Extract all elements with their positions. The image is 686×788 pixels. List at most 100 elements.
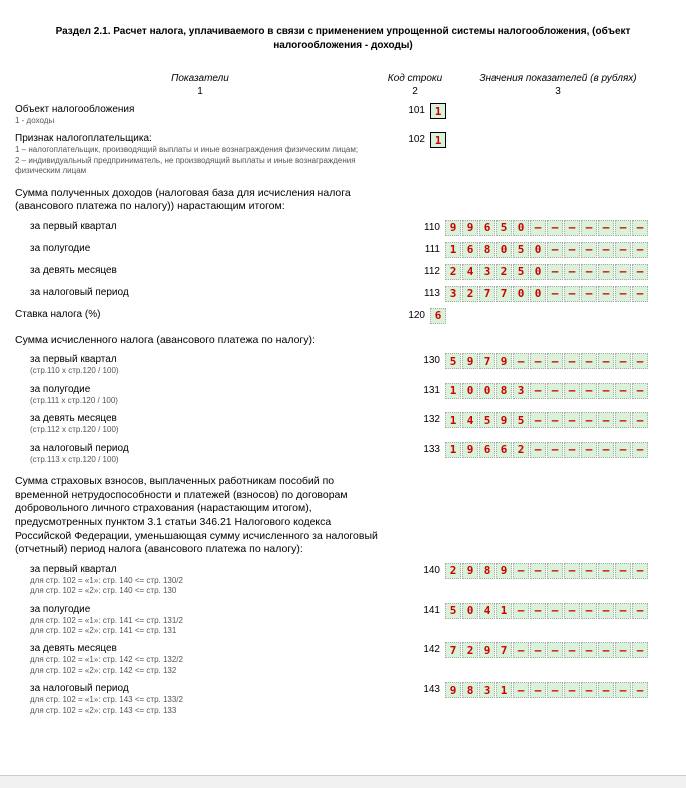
value-cell: 0: [513, 286, 529, 302]
value-cell: [598, 353, 614, 369]
value-cell: [615, 286, 631, 302]
value-cell: 5: [445, 603, 461, 619]
value-cell: [632, 383, 648, 399]
row-label: за налоговый период: [15, 286, 400, 299]
form-row: за девять месяцевдля стр. 102 = «1»: стр…: [15, 642, 671, 676]
value-cell: 0: [479, 383, 495, 399]
value-cells: 168050: [445, 242, 648, 258]
value-cells: 1: [430, 132, 446, 148]
value-cell: [564, 563, 580, 579]
value-cell: 7: [496, 642, 512, 658]
value-cell: 7: [479, 353, 495, 369]
row-code: 131: [400, 383, 445, 396]
value-cell: 1: [496, 682, 512, 698]
value-cell: 1: [445, 412, 461, 428]
value-cell: [615, 603, 631, 619]
row-sublabel: (стр.113 x стр.120 / 100): [30, 455, 400, 465]
value-cell: [564, 353, 580, 369]
value-cell: [598, 563, 614, 579]
value-cell: 6: [479, 220, 495, 236]
form-row: Признак налогоплательщика:1 – налогоплат…: [15, 132, 671, 176]
value-cell: 2: [496, 264, 512, 280]
row-code: 143: [400, 682, 445, 695]
value-cell: 1: [445, 442, 461, 458]
value-cell: [598, 264, 614, 280]
value-cell: [632, 220, 648, 236]
value-cell: 3: [445, 286, 461, 302]
value-cell: [547, 642, 563, 658]
row-code: 133: [400, 442, 445, 455]
value-cell: 6: [462, 242, 478, 258]
group-header: Сумма полученных доходов (налоговая база…: [15, 187, 385, 214]
value-cell: [615, 682, 631, 698]
form-row: за первый кварталдля стр. 102 = «1»: стр…: [15, 563, 671, 597]
column-subheaders: 1 2 3: [15, 86, 671, 97]
row-sublabel: 1 - доходы: [15, 116, 385, 126]
value-cell: [513, 682, 529, 698]
value-cells: 5041: [445, 603, 648, 619]
value-cell: [581, 242, 597, 258]
value-cell: 8: [479, 242, 495, 258]
subheader-col2: 2: [385, 86, 445, 97]
value-cell: [513, 603, 529, 619]
value-cell: 6: [479, 442, 495, 458]
value-cell: [615, 563, 631, 579]
value-cell: [581, 412, 597, 428]
value-cell: 2: [513, 442, 529, 458]
value-cell: [615, 412, 631, 428]
value-cell: 9: [496, 412, 512, 428]
form-row: за первый квартал11099650: [15, 220, 671, 236]
form-row: за полугодиедля стр. 102 = «1»: стр. 141…: [15, 603, 671, 637]
value-cell: [547, 682, 563, 698]
value-cell: [564, 642, 580, 658]
form-row: Ставка налога (%)1206: [15, 308, 671, 324]
row-label: Ставка налога (%): [15, 308, 385, 321]
value-cell: [564, 286, 580, 302]
value-cell: 9: [496, 353, 512, 369]
value-cell: [530, 220, 546, 236]
value-cell: [598, 642, 614, 658]
value-cell: [615, 442, 631, 458]
value-cell: 0: [530, 264, 546, 280]
value-cell: [530, 682, 546, 698]
value-cell: [564, 412, 580, 428]
subheader-col1: 1: [15, 86, 385, 97]
value-cell: [632, 603, 648, 619]
row-sublabel: для стр. 102 = «1»: стр. 143 <= стр. 133…: [30, 695, 400, 716]
value-cell: [581, 442, 597, 458]
value-cell: [564, 242, 580, 258]
value-cell: 2: [445, 563, 461, 579]
row-code: 142: [400, 642, 445, 655]
row-code: 112: [400, 264, 445, 277]
form-row: за полугодие111168050: [15, 242, 671, 258]
row-code: 141: [400, 603, 445, 616]
value-cell: 8: [462, 682, 478, 698]
row-label: за полугодие(стр.111 x стр.120 / 100): [15, 383, 400, 406]
value-cell: [513, 642, 529, 658]
value-cell: [513, 353, 529, 369]
value-cell: 9: [462, 353, 478, 369]
value-cell: [615, 642, 631, 658]
value-cell: [547, 383, 563, 399]
value-cell: [632, 412, 648, 428]
row-label: за девять месяцевдля стр. 102 = «1»: стр…: [15, 642, 400, 676]
value-cell: 2: [445, 264, 461, 280]
value-cell: 9: [445, 220, 461, 236]
value-cells: 5979: [445, 353, 648, 369]
value-cell: 0: [496, 242, 512, 258]
value-cell: [598, 682, 614, 698]
row-code: 120: [385, 308, 430, 321]
value-cell: [530, 603, 546, 619]
value-cell: 8: [496, 383, 512, 399]
value-cell: [564, 383, 580, 399]
value-cell: 4: [462, 264, 478, 280]
value-cell: 5: [513, 412, 529, 428]
value-cell: [581, 220, 597, 236]
header-col1: Показатели: [15, 73, 385, 84]
value-cell: 2: [462, 286, 478, 302]
form-row: за первый квартал(стр.110 x стр.120 / 10…: [15, 353, 671, 376]
value-cell: 3: [479, 682, 495, 698]
form-row: за девять месяцев112243250: [15, 264, 671, 280]
row-sublabel: (стр.112 x стр.120 / 100): [30, 425, 400, 435]
value-cell: [581, 603, 597, 619]
